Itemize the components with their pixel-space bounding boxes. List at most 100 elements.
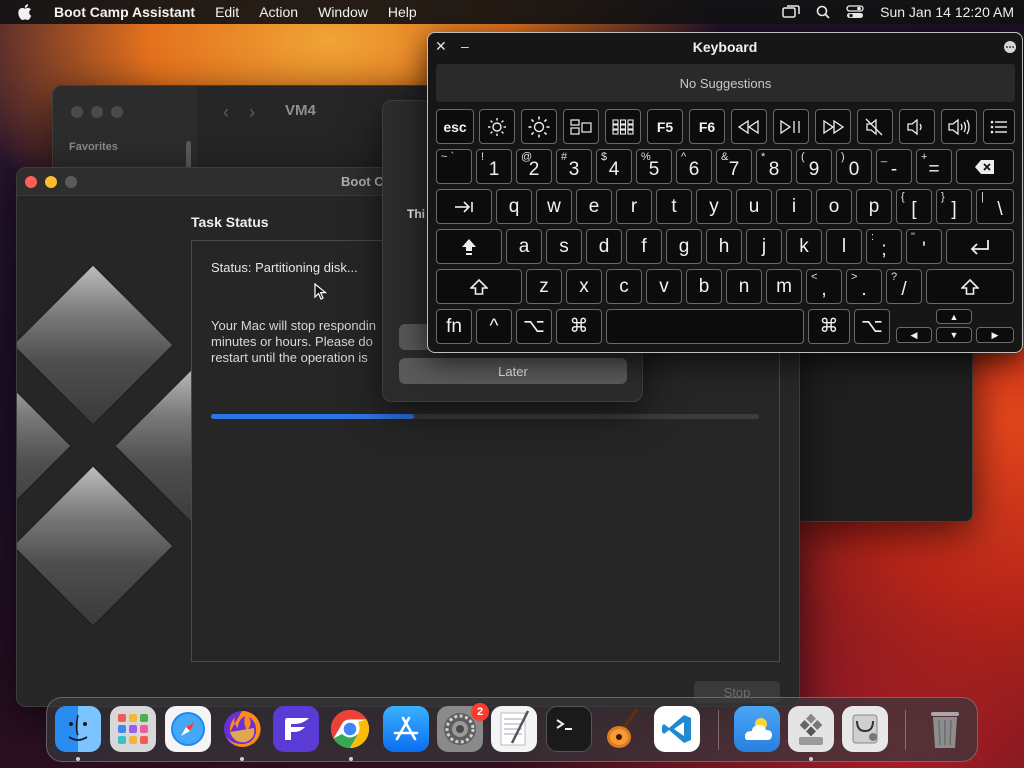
- finder-icon[interactable]: [55, 706, 101, 752]
- key-arrow-right[interactable]: ▶: [976, 327, 1014, 343]
- key-p[interactable]: p: [856, 189, 892, 224]
- launchpad-icon[interactable]: [110, 706, 156, 752]
- key-minus[interactable]: _ -: [876, 149, 912, 184]
- app-menu-name[interactable]: Boot Camp Assistant: [54, 4, 195, 20]
- key-2[interactable]: @2: [516, 149, 552, 184]
- fantastical-icon[interactable]: [273, 706, 319, 752]
- back-arrow-icon[interactable]: ‹: [223, 102, 229, 123]
- key-left-shift[interactable]: [436, 269, 522, 304]
- menu-action[interactable]: Action: [259, 4, 298, 20]
- key-c[interactable]: c: [606, 269, 642, 304]
- close-icon[interactable]: ✕: [435, 39, 447, 53]
- key-9[interactable]: (9: [796, 149, 832, 184]
- key-z[interactable]: z: [526, 269, 562, 304]
- key-semicolon[interactable]: :;: [866, 229, 902, 264]
- key-1[interactable]: ! 1: [476, 149, 512, 184]
- key-arrow-left[interactable]: ◀: [896, 327, 932, 343]
- textedit-icon[interactable]: [491, 706, 537, 752]
- key-s[interactable]: s: [546, 229, 582, 264]
- key-arrow-down[interactable]: ▼: [936, 327, 972, 343]
- key-d[interactable]: d: [586, 229, 622, 264]
- close-button[interactable]: [25, 176, 37, 188]
- key-y[interactable]: y: [696, 189, 732, 224]
- key-launchpad[interactable]: [605, 109, 641, 144]
- key-r[interactable]: r: [616, 189, 652, 224]
- screen-mirroring-icon[interactable]: [782, 5, 800, 19]
- later-button[interactable]: Later: [399, 358, 627, 384]
- forward-arrow-icon[interactable]: ›: [249, 102, 255, 123]
- menu-window[interactable]: Window: [318, 4, 368, 20]
- key-right-shift[interactable]: [926, 269, 1014, 304]
- key-e[interactable]: e: [576, 189, 612, 224]
- app-store-icon[interactable]: [383, 706, 429, 752]
- key-left-bracket[interactable]: {[: [896, 189, 932, 224]
- safari-icon[interactable]: [165, 706, 211, 752]
- key-x[interactable]: x: [566, 269, 602, 304]
- key-mission-control[interactable]: [563, 109, 599, 144]
- key-h[interactable]: h: [706, 229, 742, 264]
- key-f[interactable]: f: [626, 229, 662, 264]
- key-caps-lock[interactable]: [436, 229, 502, 264]
- key-3[interactable]: #3: [556, 149, 592, 184]
- key-g[interactable]: g: [666, 229, 702, 264]
- key-left-option[interactable]: ⌥: [516, 309, 552, 344]
- key-comma[interactable]: <,: [806, 269, 842, 304]
- key-volume-down[interactable]: [899, 109, 935, 144]
- key-w[interactable]: w: [536, 189, 572, 224]
- system-settings-icon[interactable]: 2: [437, 703, 489, 752]
- key-equals[interactable]: + =: [916, 149, 952, 184]
- key-f6[interactable]: F6: [689, 109, 725, 144]
- key-brightness-down[interactable]: [479, 109, 515, 144]
- key-backslash[interactable]: | \: [976, 189, 1014, 224]
- key-f5[interactable]: F5: [647, 109, 683, 144]
- firefox-icon[interactable]: [219, 706, 265, 752]
- menu-clock[interactable]: Sun Jan 14 12:20 AM: [880, 4, 1014, 20]
- key-a[interactable]: a: [506, 229, 542, 264]
- key-6[interactable]: ^ 6: [676, 149, 712, 184]
- key-rewind[interactable]: [731, 109, 767, 144]
- key-7[interactable]: & 7: [716, 149, 752, 184]
- key-i[interactable]: i: [776, 189, 812, 224]
- key-arrow-up[interactable]: ▲: [936, 309, 972, 324]
- key-volume-up[interactable]: [941, 109, 977, 144]
- key-v[interactable]: v: [646, 269, 682, 304]
- more-options-icon[interactable]: [1004, 41, 1016, 53]
- key-4[interactable]: $4: [596, 149, 632, 184]
- key-fn[interactable]: fn: [436, 309, 472, 344]
- terminal-icon[interactable]: [546, 706, 592, 752]
- key-l[interactable]: l: [826, 229, 862, 264]
- key-mute[interactable]: [857, 109, 893, 144]
- minimize-icon[interactable]: –: [461, 38, 469, 54]
- minimize-button[interactable]: [45, 176, 57, 188]
- key-right-bracket[interactable]: }]: [936, 189, 972, 224]
- spotlight-search-icon[interactable]: [816, 5, 830, 19]
- key-m[interactable]: m: [766, 269, 802, 304]
- weather-icon[interactable]: [734, 706, 780, 752]
- trash-icon[interactable]: [922, 706, 968, 752]
- control-center-icon[interactable]: [846, 5, 864, 19]
- key-t[interactable]: t: [656, 189, 692, 224]
- key-right-option[interactable]: ⌥: [854, 309, 890, 344]
- key-space[interactable]: [606, 309, 804, 344]
- key-return[interactable]: [946, 229, 1014, 264]
- key-o[interactable]: o: [816, 189, 852, 224]
- key-u[interactable]: u: [736, 189, 772, 224]
- key-8[interactable]: * 8: [756, 149, 792, 184]
- key-delete[interactable]: [956, 149, 1014, 184]
- garageband-icon[interactable]: [600, 706, 646, 752]
- key-period[interactable]: >.: [846, 269, 882, 304]
- menu-edit[interactable]: Edit: [215, 4, 239, 20]
- key-k[interactable]: k: [786, 229, 822, 264]
- key-0[interactable]: ) 0: [836, 149, 872, 184]
- key-tab[interactable]: [436, 189, 492, 224]
- key-play-pause[interactable]: [773, 109, 809, 144]
- key-quote[interactable]: " ': [906, 229, 942, 264]
- vscode-icon[interactable]: [654, 706, 700, 752]
- key-b[interactable]: b: [686, 269, 722, 304]
- key-q[interactable]: q: [496, 189, 532, 224]
- menu-help[interactable]: Help: [388, 4, 417, 20]
- key-brightness-up[interactable]: [521, 109, 557, 144]
- key-slash[interactable]: ? /: [886, 269, 922, 304]
- key-left-command[interactable]: ⌘: [556, 309, 602, 344]
- key-list[interactable]: [983, 109, 1015, 144]
